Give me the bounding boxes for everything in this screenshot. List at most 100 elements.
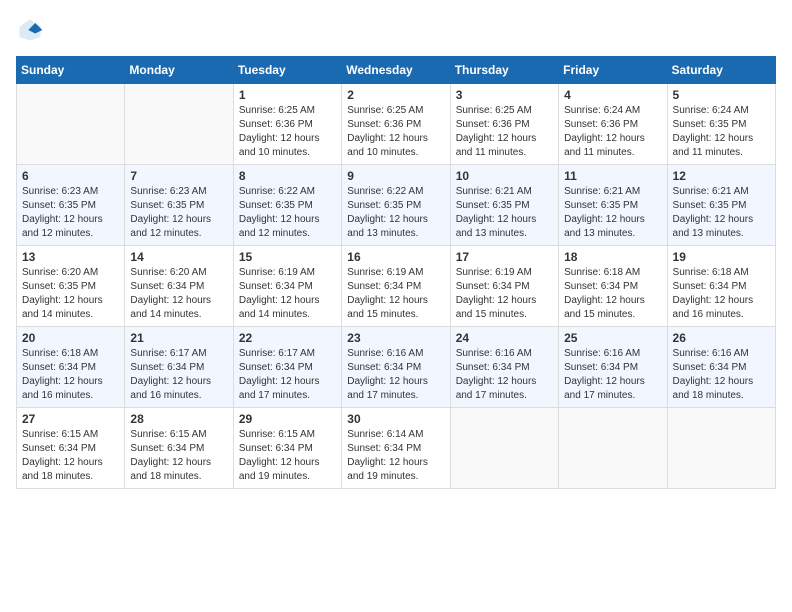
calendar-cell: 4 Sunrise: 6:24 AM Sunset: 6:36 PM Daylig… bbox=[559, 84, 667, 165]
calendar-cell: 2 Sunrise: 6:25 AM Sunset: 6:36 PM Daylig… bbox=[342, 84, 450, 165]
day-info: Sunrise: 6:19 AM Sunset: 6:34 PM Dayligh… bbox=[239, 266, 336, 322]
calendar-cell: 7 Sunrise: 6:23 AM Sunset: 6:35 PM Daylig… bbox=[125, 165, 233, 246]
day-header-monday: Monday bbox=[125, 57, 233, 84]
calendar-cell: 25 Sunrise: 6:16 AM Sunset: 6:34 PM Dayli… bbox=[559, 327, 667, 408]
day-header-friday: Friday bbox=[559, 57, 667, 84]
day-info: Sunrise: 6:17 AM Sunset: 6:34 PM Dayligh… bbox=[239, 347, 336, 403]
calendar-cell: 24 Sunrise: 6:16 AM Sunset: 6:34 PM Dayli… bbox=[450, 327, 558, 408]
day-number: 28 bbox=[130, 412, 227, 426]
calendar-cell: 21Sunrise: 6:17 AM Sunset: 6:34 PM Dayli… bbox=[125, 327, 233, 408]
day-info: Sunrise: 6:21 AM Sunset: 6:35 PM Dayligh… bbox=[456, 185, 553, 241]
day-info: Sunrise: 6:22 AM Sunset: 6:35 PM Dayligh… bbox=[239, 185, 336, 241]
header bbox=[16, 16, 776, 44]
day-info: Sunrise: 6:18 AM Sunset: 6:34 PM Dayligh… bbox=[673, 266, 770, 322]
day-info: Sunrise: 6:22 AM Sunset: 6:35 PM Dayligh… bbox=[347, 185, 444, 241]
day-number: 30 bbox=[347, 412, 444, 426]
calendar-cell: 27 Sunrise: 6:15 AM Sunset: 6:34 PM Dayli… bbox=[17, 408, 125, 489]
day-number: 20 bbox=[22, 331, 119, 345]
week-row-5: 27 Sunrise: 6:15 AM Sunset: 6:34 PM Dayli… bbox=[17, 408, 776, 489]
calendar-cell: 15 Sunrise: 6:19 AM Sunset: 6:34 PM Dayli… bbox=[233, 246, 341, 327]
day-info: Sunrise: 6:16 AM Sunset: 6:34 PM Dayligh… bbox=[347, 347, 444, 403]
day-number: 25 bbox=[564, 331, 661, 345]
day-header-sunday: Sunday bbox=[17, 57, 125, 84]
day-number: 2 bbox=[347, 88, 444, 102]
calendar-cell: 5 Sunrise: 6:24 AM Sunset: 6:35 PM Daylig… bbox=[667, 84, 775, 165]
day-number: 3 bbox=[456, 88, 553, 102]
day-info: Sunrise: 6:18 AM Sunset: 6:34 PM Dayligh… bbox=[564, 266, 661, 322]
calendar-cell: 30 Sunrise: 6:14 AM Sunset: 6:34 PM Dayli… bbox=[342, 408, 450, 489]
calendar-body: 1 Sunrise: 6:25 AM Sunset: 6:36 PM Daylig… bbox=[17, 84, 776, 489]
day-info: Sunrise: 6:16 AM Sunset: 6:34 PM Dayligh… bbox=[456, 347, 553, 403]
day-number: 22 bbox=[239, 331, 336, 345]
calendar-cell: 26 Sunrise: 6:16 AM Sunset: 6:34 PM Dayli… bbox=[667, 327, 775, 408]
day-number: 16 bbox=[347, 250, 444, 264]
calendar-cell bbox=[559, 408, 667, 489]
calendar-cell: 9 Sunrise: 6:22 AM Sunset: 6:35 PM Daylig… bbox=[342, 165, 450, 246]
day-number: 8 bbox=[239, 169, 336, 183]
day-number: 18 bbox=[564, 250, 661, 264]
calendar-cell: 19 Sunrise: 6:18 AM Sunset: 6:34 PM Dayli… bbox=[667, 246, 775, 327]
calendar-cell bbox=[667, 408, 775, 489]
day-header-thursday: Thursday bbox=[450, 57, 558, 84]
calendar-cell: 22 Sunrise: 6:17 AM Sunset: 6:34 PM Dayli… bbox=[233, 327, 341, 408]
day-number: 14 bbox=[130, 250, 227, 264]
day-info: Sunrise: 6:25 AM Sunset: 6:36 PM Dayligh… bbox=[347, 104, 444, 160]
logo-icon bbox=[16, 16, 44, 44]
day-info: Sunrise: 6:20 AM Sunset: 6:35 PM Dayligh… bbox=[22, 266, 119, 322]
day-info: Sunrise: 6:16 AM Sunset: 6:34 PM Dayligh… bbox=[564, 347, 661, 403]
day-info: Sunrise: 6:23 AM Sunset: 6:35 PM Dayligh… bbox=[22, 185, 119, 241]
day-number: 26 bbox=[673, 331, 770, 345]
day-number: 15 bbox=[239, 250, 336, 264]
day-info: Sunrise: 6:21 AM Sunset: 6:35 PM Dayligh… bbox=[564, 185, 661, 241]
day-number: 24 bbox=[456, 331, 553, 345]
day-info: Sunrise: 6:21 AM Sunset: 6:35 PM Dayligh… bbox=[673, 185, 770, 241]
day-header-row: SundayMondayTuesdayWednesdayThursdayFrid… bbox=[17, 57, 776, 84]
week-row-2: 6 Sunrise: 6:23 AM Sunset: 6:35 PM Daylig… bbox=[17, 165, 776, 246]
calendar-cell: 23Sunrise: 6:16 AM Sunset: 6:34 PM Dayli… bbox=[342, 327, 450, 408]
day-info: Sunrise: 6:19 AM Sunset: 6:34 PM Dayligh… bbox=[456, 266, 553, 322]
day-number: 4 bbox=[564, 88, 661, 102]
day-number: 17 bbox=[456, 250, 553, 264]
day-number: 27 bbox=[22, 412, 119, 426]
day-info: Sunrise: 6:24 AM Sunset: 6:35 PM Dayligh… bbox=[673, 104, 770, 160]
day-info: Sunrise: 6:15 AM Sunset: 6:34 PM Dayligh… bbox=[130, 428, 227, 484]
day-number: 7 bbox=[130, 169, 227, 183]
day-info: Sunrise: 6:16 AM Sunset: 6:34 PM Dayligh… bbox=[673, 347, 770, 403]
calendar-cell: 17 Sunrise: 6:19 AM Sunset: 6:34 PM Dayli… bbox=[450, 246, 558, 327]
calendar: SundayMondayTuesdayWednesdayThursdayFrid… bbox=[16, 56, 776, 489]
day-info: Sunrise: 6:18 AM Sunset: 6:34 PM Dayligh… bbox=[22, 347, 119, 403]
calendar-cell: 8 Sunrise: 6:22 AM Sunset: 6:35 PM Daylig… bbox=[233, 165, 341, 246]
calendar-cell: 3Sunrise: 6:25 AM Sunset: 6:36 PM Daylig… bbox=[450, 84, 558, 165]
day-number: 9 bbox=[347, 169, 444, 183]
calendar-cell: 16 Sunrise: 6:19 AM Sunset: 6:34 PM Dayli… bbox=[342, 246, 450, 327]
day-info: Sunrise: 6:24 AM Sunset: 6:36 PM Dayligh… bbox=[564, 104, 661, 160]
calendar-cell: 11 Sunrise: 6:21 AM Sunset: 6:35 PM Dayli… bbox=[559, 165, 667, 246]
day-number: 19 bbox=[673, 250, 770, 264]
day-number: 12 bbox=[673, 169, 770, 183]
calendar-cell: 1Sunrise: 6:25 AM Sunset: 6:36 PM Daylig… bbox=[233, 84, 341, 165]
day-info: Sunrise: 6:15 AM Sunset: 6:34 PM Dayligh… bbox=[22, 428, 119, 484]
calendar-cell bbox=[17, 84, 125, 165]
day-info: Sunrise: 6:19 AM Sunset: 6:34 PM Dayligh… bbox=[347, 266, 444, 322]
day-info: Sunrise: 6:15 AM Sunset: 6:34 PM Dayligh… bbox=[239, 428, 336, 484]
calendar-cell bbox=[450, 408, 558, 489]
day-number: 5 bbox=[673, 88, 770, 102]
calendar-cell: 29 Sunrise: 6:15 AM Sunset: 6:34 PM Dayli… bbox=[233, 408, 341, 489]
day-number: 29 bbox=[239, 412, 336, 426]
calendar-cell: 12 Sunrise: 6:21 AM Sunset: 6:35 PM Dayli… bbox=[667, 165, 775, 246]
calendar-cell: 20 Sunrise: 6:18 AM Sunset: 6:34 PM Dayli… bbox=[17, 327, 125, 408]
day-number: 11 bbox=[564, 169, 661, 183]
day-info: Sunrise: 6:14 AM Sunset: 6:34 PM Dayligh… bbox=[347, 428, 444, 484]
calendar-cell: 6 Sunrise: 6:23 AM Sunset: 6:35 PM Daylig… bbox=[17, 165, 125, 246]
week-row-1: 1 Sunrise: 6:25 AM Sunset: 6:36 PM Daylig… bbox=[17, 84, 776, 165]
calendar-cell: 28 Sunrise: 6:15 AM Sunset: 6:34 PM Dayli… bbox=[125, 408, 233, 489]
week-row-3: 13 Sunrise: 6:20 AM Sunset: 6:35 PM Dayli… bbox=[17, 246, 776, 327]
day-info: Sunrise: 6:23 AM Sunset: 6:35 PM Dayligh… bbox=[130, 185, 227, 241]
day-header-wednesday: Wednesday bbox=[342, 57, 450, 84]
day-number: 1 bbox=[239, 88, 336, 102]
calendar-cell: 13 Sunrise: 6:20 AM Sunset: 6:35 PM Dayli… bbox=[17, 246, 125, 327]
day-number: 13 bbox=[22, 250, 119, 264]
calendar-cell: 10Sunrise: 6:21 AM Sunset: 6:35 PM Dayli… bbox=[450, 165, 558, 246]
day-number: 6 bbox=[22, 169, 119, 183]
day-header-tuesday: Tuesday bbox=[233, 57, 341, 84]
